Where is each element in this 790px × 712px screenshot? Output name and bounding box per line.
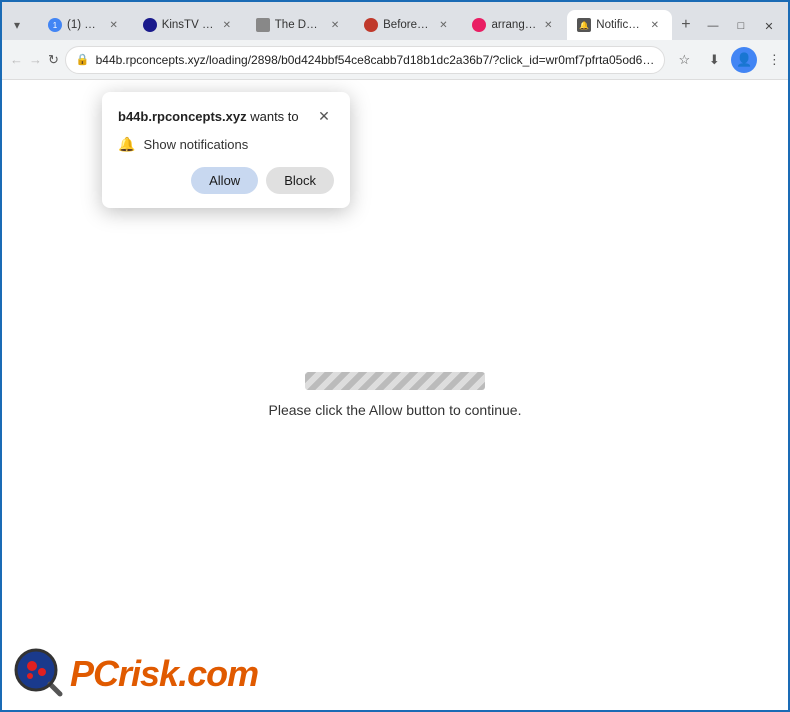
tab-favicon-theday [256,18,270,32]
popup-notification-row: 🔔 Show notifications [118,136,334,153]
minimize-button[interactable]: — [700,16,726,36]
tab-bar: ▾ 1 (1) New ✕ KinsTV C… ✕ The Day… ✕ Bef… [2,2,788,40]
tab-label-kinstv: KinsTV C… [162,19,215,31]
popup-buttons: Allow Block [118,167,334,194]
star-button[interactable]: ☆ [671,47,697,73]
profile-button[interactable]: 👤 [731,47,757,73]
popup-title: b44b.rpconcepts.xyz wants to [118,109,299,124]
tab-close-before[interactable]: ✕ [436,18,450,32]
window-controls: — □ ✕ [700,16,782,36]
chrome-window: ▾ 1 (1) New ✕ KinsTV C… ✕ The Day… ✕ Bef… [2,2,788,710]
back-button[interactable]: ← [10,47,23,73]
tab-new[interactable]: 1 (1) New ✕ [38,10,131,40]
tab-favicon-new: 1 [48,18,62,32]
download-button[interactable]: ⬇ [701,47,727,73]
tab-kinstv[interactable]: KinsTV C… ✕ [133,10,244,40]
menu-button[interactable]: ⋮ [761,47,787,73]
lock-icon: 🔒 [76,53,90,66]
tab-favicon-arranged [472,18,486,32]
tab-notif[interactable]: 🔔 Notificat… ✕ [567,10,672,40]
tab-close-kinstv[interactable]: ✕ [220,18,234,32]
pcrisk-text-pc: PCrisk.com [70,653,258,695]
logo-risk: risk.com [118,653,258,694]
tab-dropdown[interactable]: ▾ [8,10,36,40]
popup-close-button[interactable]: ✕ [314,106,334,126]
dropdown-icon: ▾ [14,18,20,32]
new-tab-button[interactable]: + [674,12,698,38]
progress-bar [305,372,485,390]
tab-arranged[interactable]: arrange… ✕ [462,10,565,40]
tab-close-notif[interactable]: ✕ [648,18,662,32]
tab-theday[interactable]: The Day… ✕ [246,10,352,40]
notification-label: Show notifications [143,137,248,152]
tab-before[interactable]: Before d… ✕ [354,10,460,40]
address-bar[interactable]: 🔒 b44b.rpconcepts.xyz/loading/2898/b0d42… [65,46,665,74]
tab-label-new: (1) New [67,19,102,31]
tab-close-theday[interactable]: ✕ [328,18,342,32]
tab-label-theday: The Day… [275,19,323,31]
tab-close-new[interactable]: ✕ [107,18,121,32]
tab-favicon-before [364,18,378,32]
toolbar: ← → ↻ 🔒 b44b.rpconcepts.xyz/loading/2898… [2,40,788,80]
tab-label-notif: Notificat… [596,19,643,31]
allow-button[interactable]: Allow [191,167,258,194]
address-text: b44b.rpconcepts.xyz/loading/2898/b0d424b… [96,53,655,67]
logo-pc: PC [70,653,118,694]
pcrisk-logo: PCrisk.com [14,648,258,700]
tab-label-arranged: arrange… [491,19,536,31]
popup-header: b44b.rpconcepts.xyz wants to ✕ [118,106,334,126]
progress-text: Please click the Allow button to continu… [269,402,522,418]
tab-favicon-notif: 🔔 [577,18,591,32]
block-button[interactable]: Block [266,167,334,194]
close-button[interactable]: ✕ [756,16,782,36]
bell-icon: 🔔 [118,136,135,153]
tab-label-before: Before d… [383,19,431,31]
toolbar-icons: ☆ ⬇ 👤 ⋮ [671,47,787,73]
refresh-button[interactable]: ↻ [48,47,59,73]
forward-button[interactable]: → [29,47,42,73]
popup-wants-to: wants to [247,109,299,124]
tab-close-arranged[interactable]: ✕ [541,18,555,32]
page-content: b44b.rpconcepts.xyz wants to ✕ 🔔 Show no… [2,80,788,710]
maximize-button[interactable]: □ [728,16,754,36]
pcrisk-icon [14,648,66,700]
notification-popup: b44b.rpconcepts.xyz wants to ✕ 🔔 Show no… [102,92,350,208]
tab-favicon-kinstv [143,18,157,32]
popup-site: b44b.rpconcepts.xyz [118,109,247,124]
